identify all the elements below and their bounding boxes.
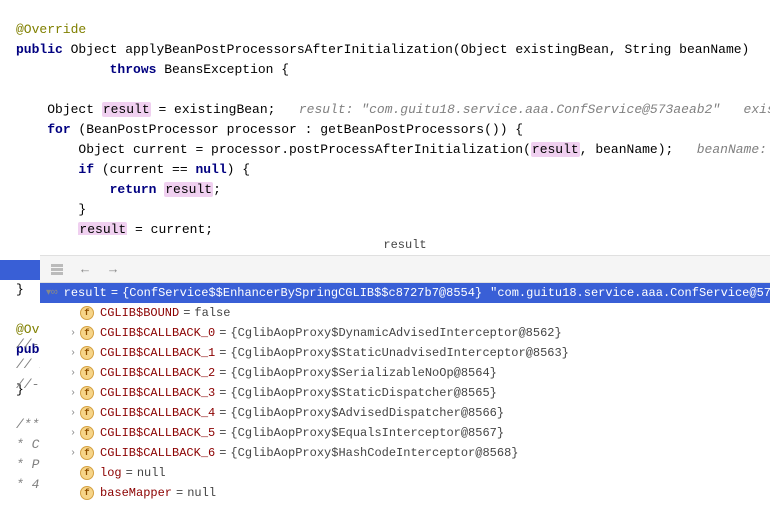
debug-title: result	[40, 235, 770, 256]
forward-icon[interactable]: →	[104, 260, 122, 278]
keyword-public: public	[16, 42, 63, 57]
field-value: null	[187, 486, 216, 500]
exception-type: BeansException	[164, 62, 273, 77]
field-name: CGLIB$BOUND	[100, 306, 179, 320]
annotation: @Override	[16, 22, 86, 37]
field-value: {CglibAopProxy$StaticUnadvisedIntercepto…	[230, 346, 568, 360]
tree-row[interactable]: ›fCGLIB$CALLBACK_6={CglibAopProxy$HashCo…	[40, 443, 770, 463]
stack-icon[interactable]	[48, 260, 66, 278]
field-name: CGLIB$CALLBACK_4	[100, 406, 215, 420]
field-icon: f	[80, 326, 94, 340]
field-value: null	[137, 466, 166, 480]
tree-row[interactable]: ›fCGLIB$CALLBACK_1={CglibAopProxy$Static…	[40, 343, 770, 363]
field-name: CGLIB$CALLBACK_3	[100, 386, 215, 400]
tree-row[interactable]: ›fCGLIB$CALLBACK_5={CglibAopProxy$Equals…	[40, 423, 770, 443]
field-icon: f	[80, 426, 94, 440]
return-type: Object	[71, 42, 118, 57]
var-result: result	[164, 182, 213, 197]
method-name: applyBeanPostProcessorsAfterInitializati…	[125, 42, 453, 57]
field-value: false	[194, 306, 230, 320]
keyword-for: for	[47, 122, 70, 137]
back-icon[interactable]: ←	[76, 260, 94, 278]
field-icon: f	[80, 386, 94, 400]
var-tostring: "com.guitu18.service.aaa.ConfService@573…	[490, 286, 770, 300]
field-value: {CglibAopProxy$AdvisedDispatcher@8566}	[230, 406, 504, 420]
expand-arrow-icon[interactable]: ›	[66, 388, 80, 399]
variable-tree[interactable]: ▾ ∞ result = {ConfService$$EnhancerBySpr…	[40, 283, 770, 503]
var-name: result	[64, 286, 107, 300]
debug-toolbar: ← →	[40, 256, 770, 283]
field-name: log	[100, 466, 122, 480]
link-icon: ∞	[51, 286, 58, 300]
field-value: {CglibAopProxy$EqualsInterceptor@8567}	[230, 426, 504, 440]
tree-row[interactable]: ›fCGLIB$CALLBACK_2={CglibAopProxy$Serial…	[40, 363, 770, 383]
field-icon: f	[80, 446, 94, 460]
field-icon: f	[80, 406, 94, 420]
method-params: (Object existingBean, String beanName)	[453, 42, 749, 57]
inline-hint: result: "com.guitu18.service.aaa.ConfSer…	[299, 102, 770, 117]
tree-row[interactable]: fCGLIB$BOUND=false	[40, 303, 770, 323]
var-result: result	[102, 102, 151, 117]
debugger-panel: result ← → ▾ ∞ result = {ConfService$$En…	[40, 235, 770, 522]
field-name: CGLIB$CALLBACK_6	[100, 446, 215, 460]
field-icon: f	[80, 346, 94, 360]
tree-row[interactable]: fbaseMapper=null	[40, 483, 770, 503]
var-result: result	[531, 142, 580, 157]
tree-row[interactable]: ›fCGLIB$CALLBACK_4={CglibAopProxy$Advise…	[40, 403, 770, 423]
field-icon: f	[80, 466, 94, 480]
field-icon: f	[80, 366, 94, 380]
tree-root[interactable]: ▾ ∞ result = {ConfService$$EnhancerBySpr…	[40, 283, 770, 303]
field-value: {CglibAopProxy$StaticDispatcher@8565}	[230, 386, 496, 400]
keyword-return: return	[110, 182, 157, 197]
expand-arrow-icon[interactable]: ›	[66, 328, 80, 339]
field-name: CGLIB$CALLBACK_1	[100, 346, 215, 360]
var-value: {ConfService$$EnhancerBySpringCGLIB$$c87…	[122, 286, 482, 300]
expand-arrow-icon[interactable]: ›	[66, 428, 80, 439]
field-value: {CglibAopProxy$DynamicAdvisedInterceptor…	[230, 326, 561, 340]
keyword-throws: throws	[110, 62, 157, 77]
field-name: baseMapper	[100, 486, 172, 500]
expand-arrow-icon[interactable]: ›	[66, 448, 80, 459]
expand-arrow-icon[interactable]: ›	[66, 368, 80, 379]
tree-row[interactable]: flog=null	[40, 463, 770, 483]
type-object: Object	[47, 102, 102, 117]
inline-hint: beanName:	[697, 142, 767, 157]
field-value: {CglibAopProxy$HashCodeInterceptor@8568}	[230, 446, 518, 460]
field-name: CGLIB$CALLBACK_2	[100, 366, 215, 380]
field-icon: f	[80, 486, 94, 500]
keyword-if: if	[78, 162, 94, 177]
field-value: {CglibAopProxy$SerializableNoOp@8564}	[230, 366, 496, 380]
tree-row[interactable]: ›fCGLIB$CALLBACK_3={CglibAopProxy$Static…	[40, 383, 770, 403]
field-icon: f	[80, 306, 94, 320]
expand-arrow-icon[interactable]: ›	[66, 408, 80, 419]
expand-arrow-icon[interactable]: ›	[66, 348, 80, 359]
field-name: CGLIB$CALLBACK_0	[100, 326, 215, 340]
tree-row[interactable]: ›fCGLIB$CALLBACK_0={CglibAopProxy$Dynami…	[40, 323, 770, 343]
field-name: CGLIB$CALLBACK_5	[100, 426, 215, 440]
keyword-null: null	[195, 162, 226, 177]
